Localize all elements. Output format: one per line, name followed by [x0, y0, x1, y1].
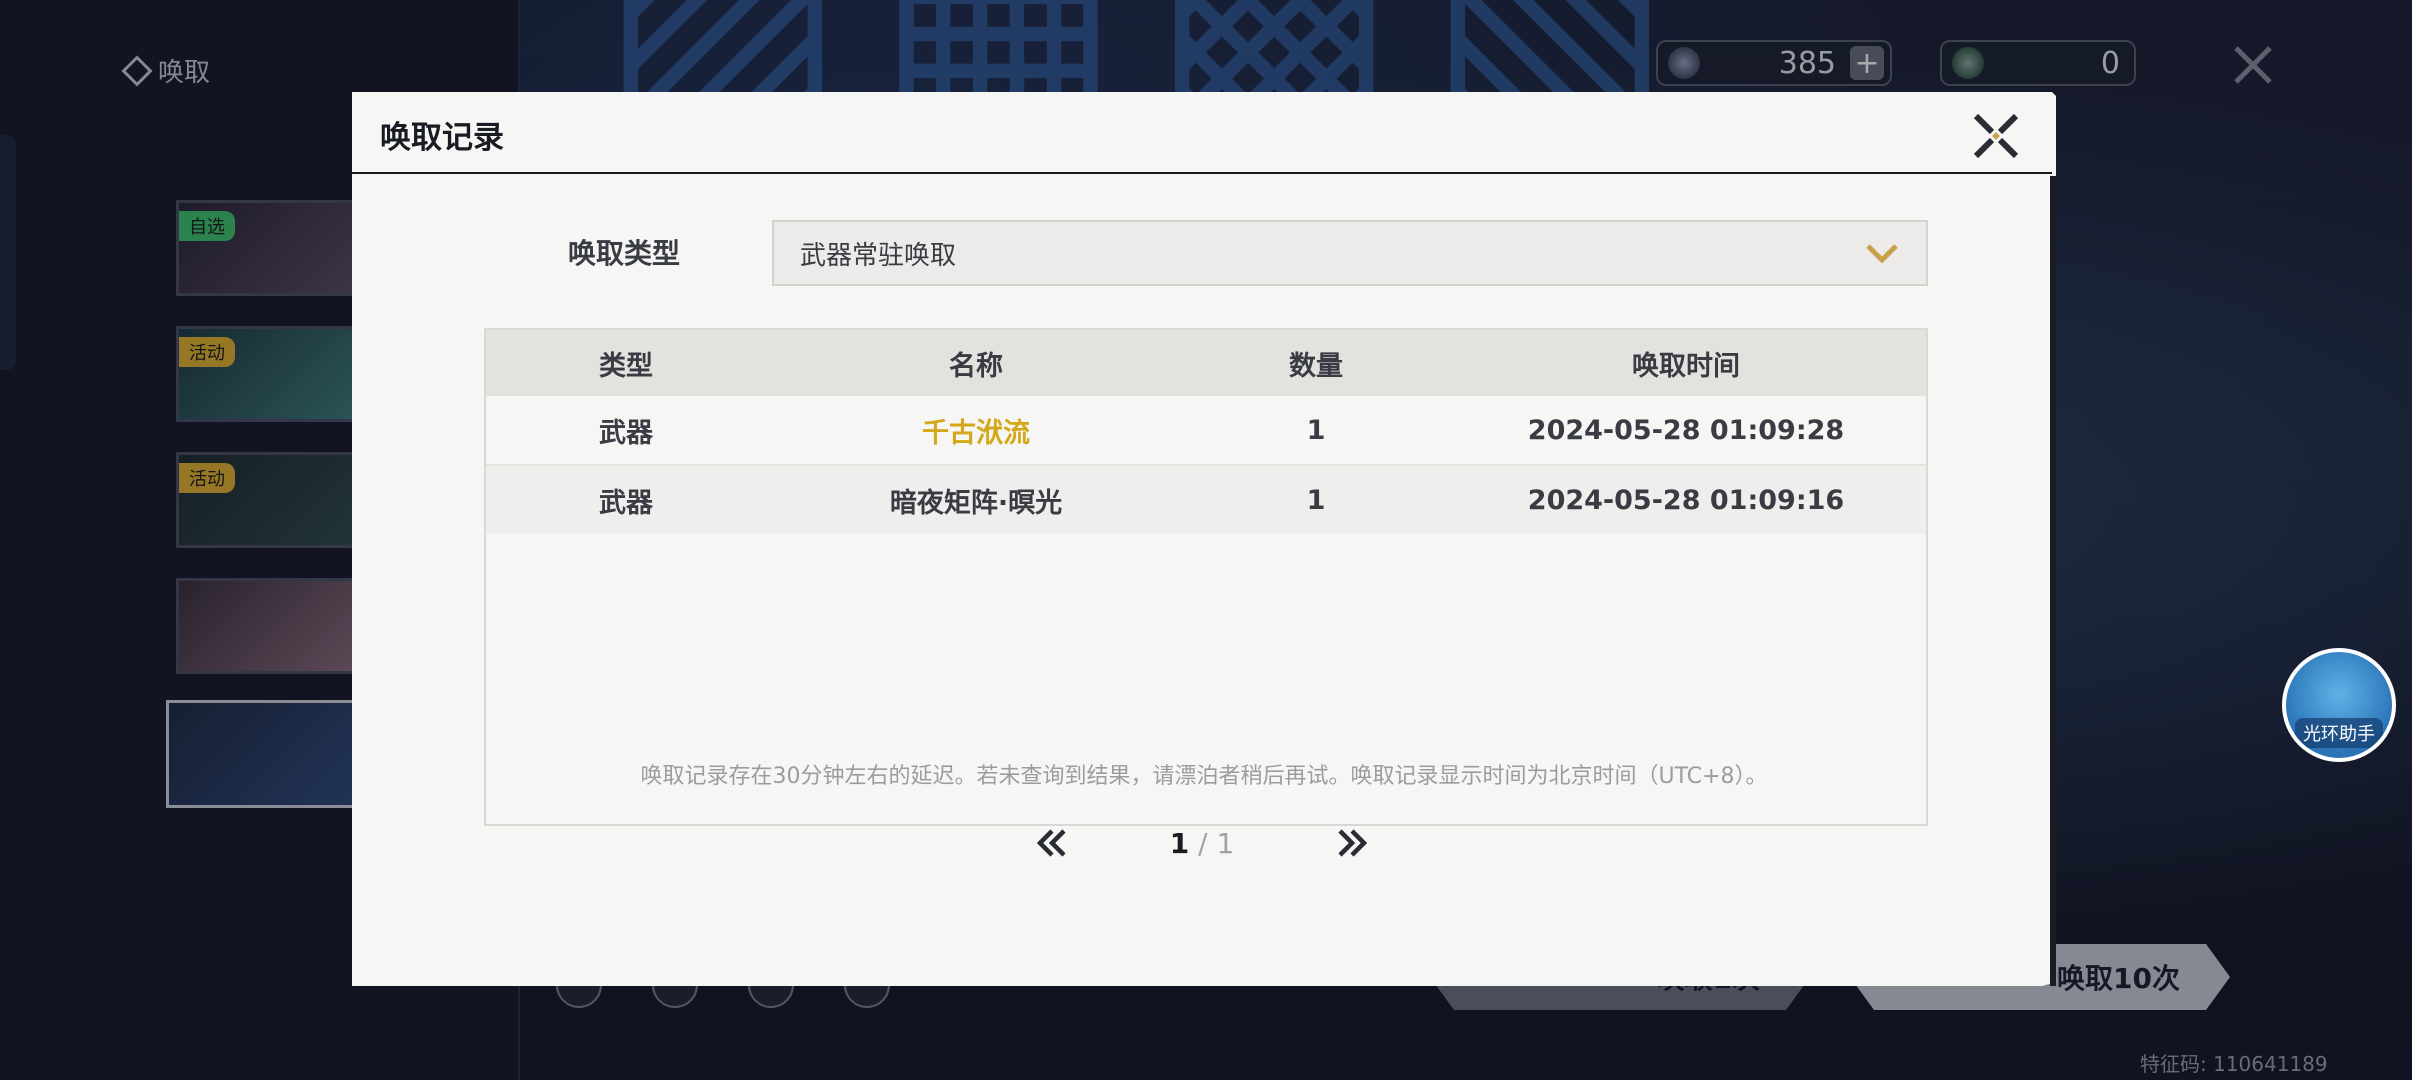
- convene-type-select[interactable]: 武器常驻唤取: [772, 220, 1928, 286]
- convene-history-dialog: 唤取记录 唤取类型 武器常驻唤取 类型 名称 数量 唤取时间 武器 千古洑流 1…: [352, 92, 2056, 986]
- cell-type: 武器: [599, 487, 653, 519]
- page-indicator: 1 / 1: [1170, 827, 1235, 860]
- history-table: 类型 名称 数量 唤取时间 武器 千古洑流 1 2024-05-28 01:09…: [484, 328, 1928, 826]
- dialog-title: 唤取记录: [380, 120, 504, 156]
- select-value: 武器常驻唤取: [800, 240, 957, 271]
- cell-count: 1: [1306, 414, 1326, 446]
- delay-notice: 唤取记录存在30分钟左右的延迟。若未查询到结果，请漂泊者稍后再试。唤取记录显示时…: [640, 764, 1768, 789]
- assistant-label: 光环助手: [2295, 718, 2383, 748]
- pagination: 1 / 1: [1032, 818, 1372, 868]
- dialog-header: 唤取记录: [352, 92, 2052, 174]
- cell-time: 2024-05-28 01:09:28: [1527, 414, 1845, 446]
- column-header-time: 唤取时间: [1632, 350, 1740, 382]
- table-row: 武器 暗夜矩阵·暝光 1 2024-05-28 01:09:16: [486, 466, 1926, 534]
- table-row: 武器 千古洑流 1 2024-05-28 01:09:28: [486, 396, 1926, 466]
- cell-count: 1: [1306, 484, 1326, 516]
- double-chevron-right-icon[interactable]: [1332, 823, 1372, 863]
- assistant-float-button[interactable]: 光环助手: [2282, 648, 2396, 762]
- cell-name: 千古洑流: [922, 417, 1030, 449]
- close-icon[interactable]: [1966, 106, 2026, 166]
- column-header-count: 数量: [1289, 350, 1343, 382]
- cell-name: 暗夜矩阵·暝光: [889, 487, 1063, 519]
- column-header-type: 类型: [599, 350, 653, 382]
- double-chevron-left-icon[interactable]: [1032, 823, 1072, 863]
- current-page: 1: [1169, 826, 1190, 860]
- cell-time: 2024-05-28 01:09:16: [1527, 484, 1845, 516]
- cell-type: 武器: [599, 417, 653, 449]
- table-header: 类型 名称 数量 唤取时间: [486, 330, 1926, 396]
- total-pages: / 1: [1189, 826, 1235, 860]
- chevron-down-icon: [1866, 244, 1898, 264]
- dialog-edge: [2050, 176, 2056, 986]
- column-header-name: 名称: [949, 350, 1003, 382]
- filter-label: 唤取类型: [568, 237, 681, 270]
